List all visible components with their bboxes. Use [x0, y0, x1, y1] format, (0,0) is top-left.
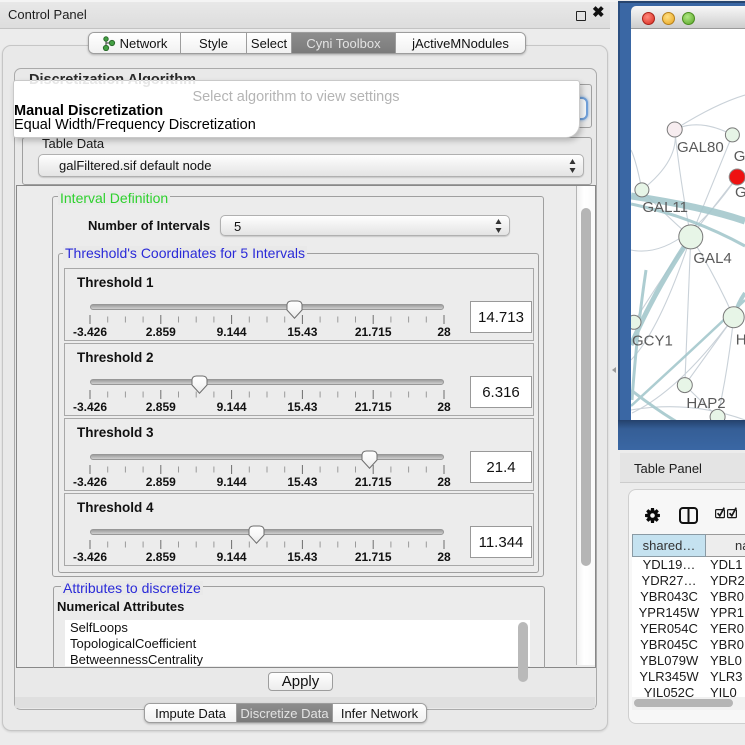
svg-text:HAP2: HAP2: [686, 395, 725, 412]
svg-text:GCY1: GCY1: [632, 333, 673, 350]
svg-text:GAL80: GAL80: [677, 139, 724, 156]
svg-text:GA: GA: [734, 148, 745, 165]
svg-text:G: G: [735, 184, 745, 201]
svg-text:GAL11: GAL11: [642, 199, 688, 216]
svg-text:GAL4: GAL4: [693, 250, 731, 267]
svg-text:H: H: [736, 332, 745, 349]
